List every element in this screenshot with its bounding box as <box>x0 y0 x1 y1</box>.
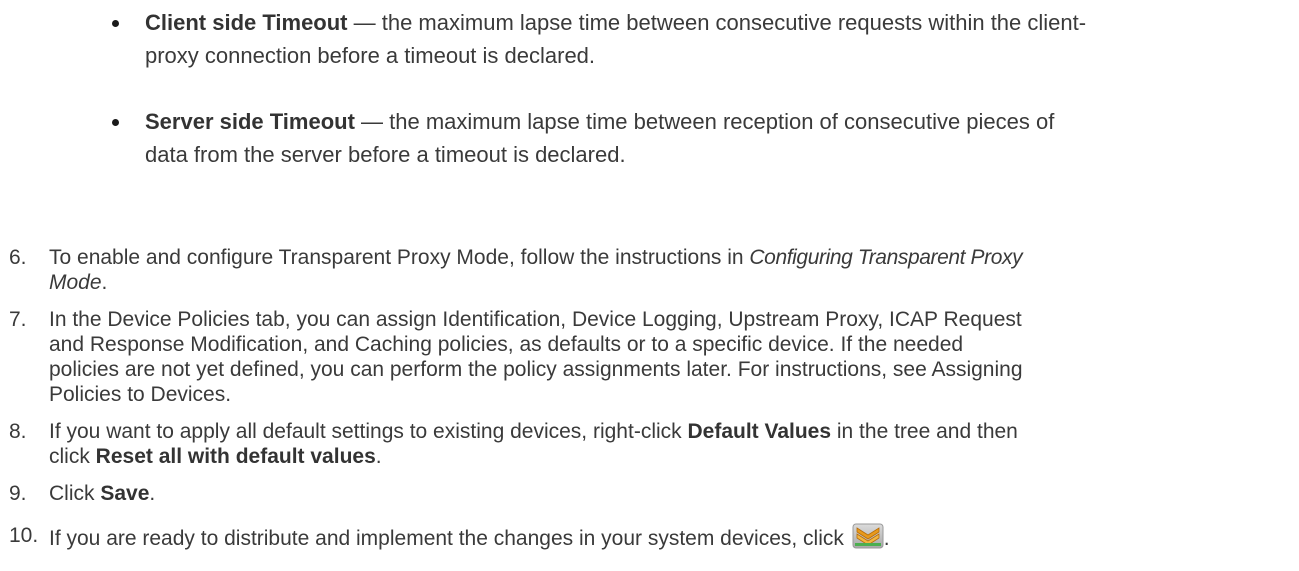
term-save: Save <box>100 482 150 505</box>
bullet-marker <box>112 119 119 126</box>
ref-mode: Mode <box>49 271 102 294</box>
step-line: In the Device Policies tab, you can assi… <box>49 308 1022 331</box>
step-line: click Reset all with default values. <box>49 445 382 468</box>
term-reset-all: Reset all with default values <box>95 445 376 468</box>
step-10: 10. If you are ready to distribute and i… <box>9 523 1299 551</box>
term-default-values: Default Values <box>687 420 832 443</box>
step-7: 7. In the Device Policies tab, you can a… <box>9 307 1299 407</box>
bullet-line: proxy connection before a timeout is dec… <box>145 43 596 68</box>
step-number: 9. <box>9 482 27 505</box>
step-line: If you want to apply all default setting… <box>49 420 1018 443</box>
bullet-line: data from the server before a timeout is… <box>145 142 626 167</box>
step-line: and Response Modification, and Caching p… <box>49 333 964 356</box>
distribute-icon[interactable] <box>852 523 884 549</box>
bullet-client-timeout: Client side Timeout — the maximum lapse … <box>112 6 1292 72</box>
bullet-marker <box>112 20 119 27</box>
step-line: Click Save. <box>49 482 156 505</box>
step-number: 10. <box>9 524 39 547</box>
step-number: 7. <box>9 308 27 331</box>
step-number: 8. <box>9 420 27 443</box>
step-line: Policies to Devices. <box>49 383 232 406</box>
term-client-timeout: Client side Timeout <box>145 10 348 35</box>
step-line: If you are ready to distribute and imple… <box>49 523 1299 551</box>
bullet-line: Server side Timeout — the maximum lapse … <box>145 109 1055 134</box>
step-8: 8. If you want to apply all default sett… <box>9 419 1299 469</box>
procedure-steps: 6. To enable and configure Transparent P… <box>0 245 1299 551</box>
bullet-line: Client side Timeout — the maximum lapse … <box>145 10 1087 35</box>
step-line: To enable and configure Transparent Prox… <box>49 246 1023 269</box>
term-server-timeout: Server side Timeout <box>145 109 355 134</box>
ref-configuring-transparent-proxy: Configuring Transparent Proxy <box>749 246 1023 269</box>
step-number: 6. <box>9 246 27 269</box>
bullet-server-timeout: Server side Timeout — the maximum lapse … <box>112 105 1292 171</box>
distribute-icon-graphic <box>852 523 884 549</box>
timeout-bullet-list: Client side Timeout — the maximum lapse … <box>112 0 1292 167</box>
step-6: 6. To enable and configure Transparent P… <box>9 245 1299 295</box>
step-line: Mode. <box>49 271 108 294</box>
step-9: 9. Click Save. <box>9 481 1299 506</box>
step-line: policies are not yet defined, you can pe… <box>49 358 1023 381</box>
